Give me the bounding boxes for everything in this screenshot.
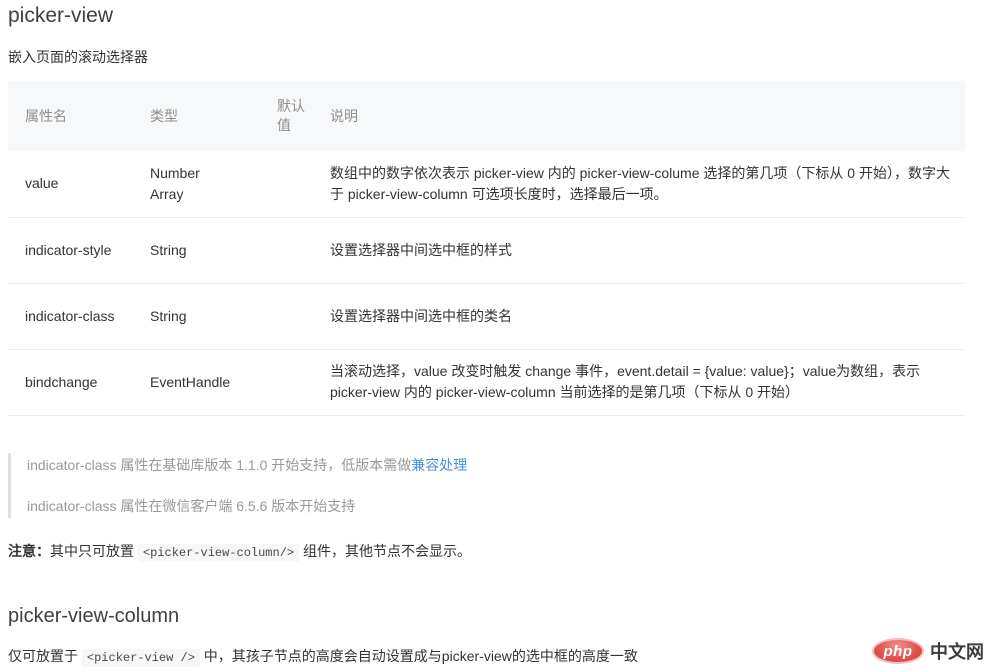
- attr-default-cell: [260, 349, 313, 415]
- table-row: bindchange EventHandle 当滚动选择，value 改变时触发…: [8, 349, 965, 415]
- notice-paragraph: 注意：其中只可放置 <picker-view-column/> 组件，其他节点不…: [8, 542, 980, 563]
- attr-description-cell: 当滚动选择，value 改变时触发 change 事件，event.detail…: [313, 349, 965, 415]
- attr-description-cell: 设置选择器中间选中框的样式: [313, 217, 965, 283]
- table-row: value Number Array 数组中的数字依次表示 picker-vie…: [8, 151, 965, 217]
- doc-page: picker-view 嵌入页面的滚动选择器 属性名 类型 默认值 说明 val…: [0, 0, 988, 671]
- page-subtitle: 嵌入页面的滚动选择器: [8, 47, 980, 67]
- table-row: indicator-class String 设置选择器中间选中框的类名: [8, 283, 965, 349]
- col-header-default: 默认值: [260, 81, 313, 151]
- attr-type-cell: Number Array: [133, 151, 260, 217]
- attr-name-cell: value: [8, 151, 133, 217]
- note-wechat-client: indicator-class 属性在微信客户端 6.5.6 版本开始支持: [27, 498, 980, 514]
- attr-type-cell: EventHandle: [133, 349, 260, 415]
- attr-default-cell: [260, 283, 313, 349]
- attr-description-cell: 数组中的数字依次表示 picker-view 内的 picker-view-co…: [313, 151, 965, 217]
- attributes-table: 属性名 类型 默认值 说明 value Number Array 数组中的数字依…: [8, 81, 965, 416]
- picker-view-code: <picker-view />: [82, 649, 200, 667]
- attr-default-cell: [260, 217, 313, 283]
- note-text: indicator-class 属性在基础库版本 1.1.0 开始支持，低版本需…: [27, 457, 411, 473]
- section2-text-before-code: 仅可放置于: [8, 648, 82, 664]
- col-header-description: 说明: [313, 81, 965, 151]
- attr-name-cell: indicator-style: [8, 217, 133, 283]
- compatibility-notes: indicator-class 属性在基础库版本 1.1.0 开始支持，低版本需…: [8, 453, 980, 518]
- section2-paragraph: 仅可放置于 <picker-view /> 中，其孩子节点的高度会自动设置成与p…: [8, 646, 980, 668]
- notice-text-before-code: 其中只可放置: [50, 543, 138, 559]
- table-row: indicator-style String 设置选择器中间选中框的样式: [8, 217, 965, 283]
- section2-text-after-code: 中，其孩子节点的高度会自动设置成与picker-view的选中框的高度一致: [200, 648, 638, 664]
- attributes-table-header: 属性名 类型 默认值 说明: [8, 81, 965, 151]
- attr-name-cell: indicator-class: [8, 283, 133, 349]
- attr-name-cell: bindchange: [8, 349, 133, 415]
- site-watermark: php 中文网: [872, 638, 984, 664]
- notice-label: 注意：: [8, 543, 50, 559]
- note-base-library: indicator-class 属性在基础库版本 1.1.0 开始支持，低版本需…: [27, 457, 980, 473]
- php-logo-icon: php: [872, 638, 924, 664]
- picker-view-column-code: <picker-view-column/>: [138, 544, 299, 562]
- attr-description-cell: 设置选择器中间选中框的类名: [313, 283, 965, 349]
- compat-handling-link[interactable]: 兼容处理: [411, 457, 467, 473]
- attr-default-cell: [260, 151, 313, 217]
- page-title: picker-view: [8, 0, 980, 29]
- attr-type-cell: String: [133, 217, 260, 283]
- col-header-type: 类型: [133, 81, 260, 151]
- attr-type-cell: String: [133, 283, 260, 349]
- site-name-text: 中文网: [930, 638, 984, 664]
- notice-text-after-code: 组件，其他节点不会显示。: [299, 543, 471, 559]
- doc-content: picker-view 嵌入页面的滚动选择器 属性名 类型 默认值 说明 val…: [0, 0, 988, 668]
- col-header-attr-name: 属性名: [8, 81, 133, 151]
- section-title-picker-view-column: picker-view-column: [8, 604, 980, 629]
